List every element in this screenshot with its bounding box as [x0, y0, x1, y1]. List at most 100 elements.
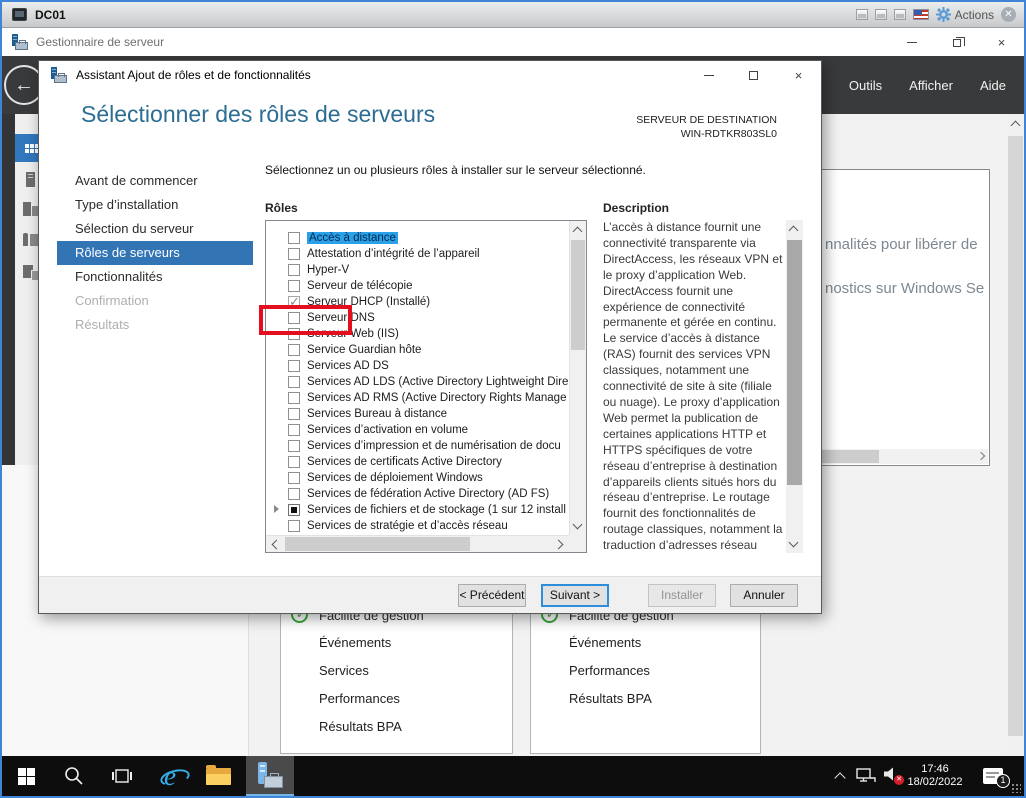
scroll-left-arrow[interactable]: [271, 539, 282, 550]
vm-window-button-2[interactable]: [874, 9, 887, 20]
keyboard-layout-flag-icon[interactable]: [912, 9, 929, 20]
scroll-up-arrow[interactable]: [788, 225, 799, 236]
wizard-minimize-button[interactable]: [686, 62, 731, 88]
start-button[interactable]: [2, 756, 50, 796]
vm-window-button-3[interactable]: [893, 9, 906, 20]
list-vertical-scrollbar[interactable]: [569, 221, 586, 535]
task-view-icon: [112, 769, 132, 783]
checkbox[interactable]: [288, 360, 300, 372]
checkbox[interactable]: [288, 264, 300, 276]
roles-listbox: Accès à distance Attestation d’intégrité…: [265, 220, 587, 553]
checkbox[interactable]: [288, 376, 300, 388]
tile-item-services[interactable]: Services: [319, 663, 369, 678]
checkbox[interactable]: [288, 392, 300, 404]
role-item[interactable]: Accès à distance: [275, 230, 569, 246]
tile-item-bpa-results[interactable]: Résultats BPA: [319, 719, 402, 734]
role-item[interactable]: Serveur de télécopie: [275, 278, 569, 294]
tile-item-events[interactable]: Événements: [319, 635, 391, 650]
checkbox[interactable]: [288, 520, 300, 532]
nav-installation-type[interactable]: Type d’installation: [57, 193, 253, 217]
role-item[interactable]: Services de certificats Active Directory: [275, 454, 569, 470]
server-manager-taskbar-button[interactable]: [246, 756, 294, 796]
checkbox[interactable]: [288, 440, 300, 452]
role-item[interactable]: Services AD RMS (Active Directory Rights…: [275, 390, 569, 406]
restore-button[interactable]: [934, 28, 979, 56]
scrollbar-thumb[interactable]: [1008, 136, 1023, 736]
role-item[interactable]: Services d’activation en volume: [275, 422, 569, 438]
list-horizontal-scrollbar[interactable]: [266, 535, 569, 552]
clock-date: 18/02/2022: [907, 776, 963, 788]
role-item[interactable]: Service Guardian hôte: [275, 342, 569, 358]
vm-window-button-1[interactable]: [855, 9, 868, 20]
cancel-button[interactable]: Annuler: [730, 584, 798, 607]
nav-server-roles[interactable]: Rôles de serveurs: [57, 241, 253, 265]
close-button[interactable]: ×: [979, 28, 1024, 56]
scrollbar-thumb[interactable]: [787, 240, 802, 485]
checkbox[interactable]: [288, 344, 300, 356]
tray-expand-button[interactable]: [830, 756, 850, 796]
taskbar: e ✕ 17:46 18/02/2022 1: [2, 756, 1024, 796]
wizard-title: Assistant Ajout de rôles et de fonctionn…: [76, 68, 311, 82]
clock[interactable]: 17:46 18/02/2022: [898, 756, 972, 796]
checkbox[interactable]: [288, 488, 300, 500]
task-view-button[interactable]: [98, 756, 146, 796]
internet-explorer-button[interactable]: e: [146, 756, 194, 796]
checkbox[interactable]: [288, 424, 300, 436]
wizard-maximize-button[interactable]: [731, 62, 776, 88]
network-icon: [856, 768, 876, 782]
role-item[interactable]: Services de stratégie et d’accès réseau: [275, 518, 569, 534]
vm-actions-menu[interactable]: Actions: [935, 7, 994, 22]
role-item[interactable]: Services AD LDS (Active Directory Lightw…: [275, 374, 569, 390]
tile-item-events[interactable]: Événements: [569, 635, 641, 650]
checkbox-partial[interactable]: [288, 504, 300, 516]
role-item[interactable]: Services de fédération Active Directory …: [275, 486, 569, 502]
description-scrollbar[interactable]: [786, 220, 803, 553]
role-item[interactable]: Services d’impression et de numérisation…: [275, 438, 569, 454]
main-vertical-scrollbar[interactable]: [1007, 114, 1024, 760]
checkbox[interactable]: [288, 456, 300, 468]
checkbox[interactable]: [288, 280, 300, 292]
nav-server-selection[interactable]: Sélection du serveur: [57, 217, 253, 241]
role-item[interactable]: Services Bureau à distance: [275, 406, 569, 422]
server-icon: [26, 172, 35, 187]
tile-item-performance[interactable]: Performances: [319, 691, 400, 706]
nav-before-you-begin[interactable]: Avant de commencer: [57, 169, 253, 193]
checkbox[interactable]: [288, 472, 300, 484]
chevron-up-icon: [834, 772, 846, 784]
scroll-down-arrow[interactable]: [572, 519, 583, 530]
role-item[interactable]: Services AD DS: [275, 358, 569, 374]
menu-view[interactable]: Afficher: [909, 78, 953, 93]
minimize-button[interactable]: [889, 28, 934, 56]
scroll-right-arrow[interactable]: [553, 539, 564, 550]
wizard-close-button[interactable]: ×: [776, 62, 821, 88]
scroll-up-arrow[interactable]: [1010, 120, 1021, 131]
nav-features[interactable]: Fonctionnalités: [57, 265, 253, 289]
menu-tools[interactable]: Outils: [849, 78, 882, 93]
expand-arrow-icon[interactable]: [274, 505, 279, 513]
role-item[interactable]: Services de déploiement Windows: [275, 470, 569, 486]
role-item[interactable]: Attestation d’intégrité de l’appareil: [275, 246, 569, 262]
role-item[interactable]: Hyper-V: [275, 262, 569, 278]
next-button[interactable]: Suivant >: [541, 584, 609, 607]
file-explorer-button[interactable]: [194, 756, 242, 796]
gear-icon: [935, 7, 951, 22]
checkbox[interactable]: [288, 408, 300, 420]
checkbox[interactable]: [288, 232, 300, 244]
previous-button[interactable]: < Précédent: [458, 584, 526, 607]
role-item-file-storage[interactable]: Services de fichiers et de stockage (1 s…: [274, 502, 569, 518]
notification-center-button[interactable]: 1: [978, 756, 1010, 796]
search-button[interactable]: [50, 756, 98, 796]
vm-close-button[interactable]: ✕: [1001, 7, 1016, 22]
server-manager-icon: [257, 762, 283, 788]
checkbox[interactable]: [288, 248, 300, 260]
tile-item-bpa-results[interactable]: Résultats BPA: [569, 691, 652, 706]
menu-help[interactable]: Aide: [980, 78, 1006, 93]
scroll-right-arrow[interactable]: [976, 451, 986, 461]
scroll-down-arrow[interactable]: [788, 537, 799, 548]
server-manager-title-bar: Gestionnaire de serveur ×: [2, 28, 1024, 56]
scroll-up-arrow[interactable]: [572, 226, 583, 237]
scrollbar-thumb[interactable]: [571, 240, 585, 350]
tile-item-performance[interactable]: Performances: [569, 663, 650, 678]
network-tray-icon[interactable]: [854, 756, 878, 796]
scrollbar-thumb[interactable]: [285, 537, 470, 551]
